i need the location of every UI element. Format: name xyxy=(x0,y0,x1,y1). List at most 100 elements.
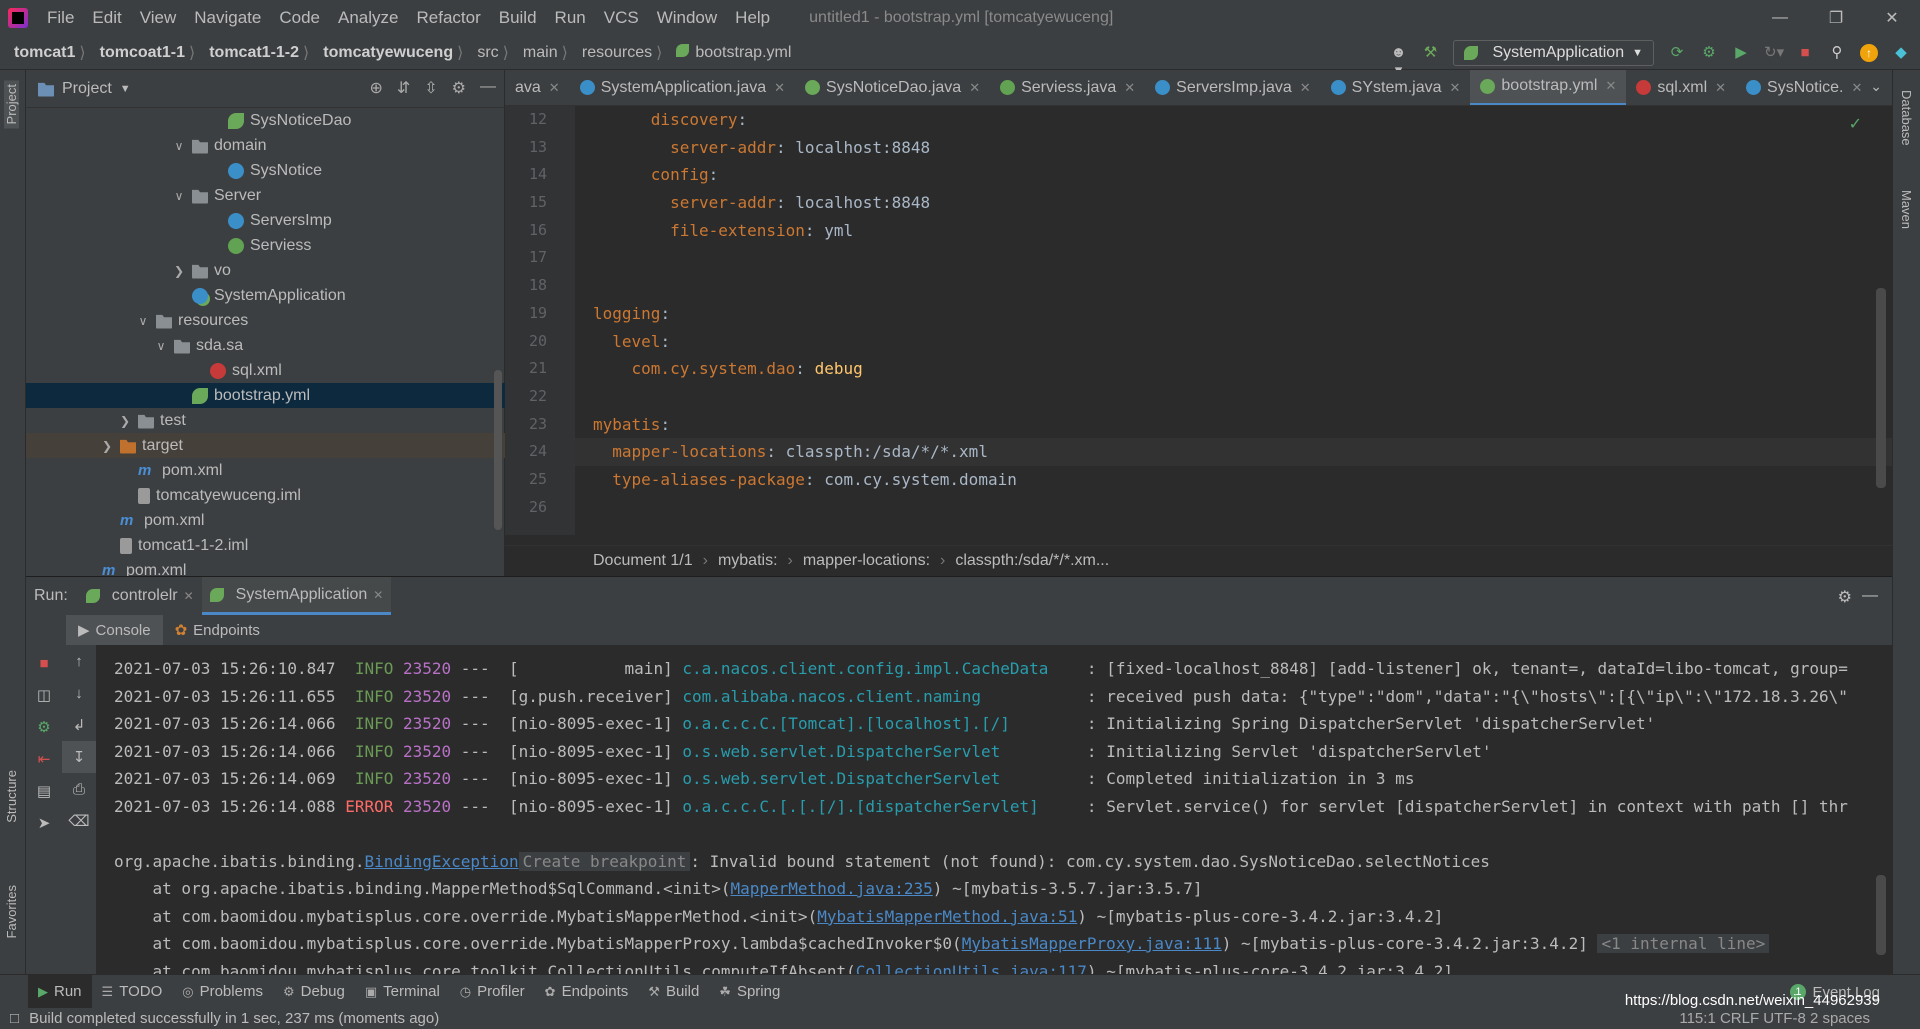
close-icon[interactable]: ✕ xyxy=(549,80,560,96)
chevron-down-icon[interactable]: ∨ xyxy=(172,139,186,153)
collapse-all-icon[interactable]: ⇳ xyxy=(424,78,437,98)
run-configuration-select[interactable]: SystemApplication ▼ xyxy=(1453,40,1654,66)
tree-node[interactable]: tomcatyewuceng.iml xyxy=(26,483,505,508)
print-icon[interactable]: ⎙ xyxy=(62,773,96,805)
breadcrumb-item[interactable]: bootstrap.yml xyxy=(662,43,795,62)
breadcrumb-item[interactable]: tomcoat1-1 xyxy=(86,44,189,62)
menu-item-analyze[interactable]: Analyze xyxy=(329,0,407,36)
tool-tab-todo[interactable]: ☰ TODO xyxy=(92,975,173,1009)
tree-node[interactable]: ∨ domain xyxy=(26,133,505,158)
run-tab[interactable]: SystemApplication ✕ xyxy=(201,577,392,615)
tool-tab-problems[interactable]: ◎ Problems xyxy=(172,975,273,1009)
breadcrumb-item[interactable]: tomcatyewuceng xyxy=(309,44,457,62)
tree-node[interactable]: m pom.xml xyxy=(26,508,505,533)
tree-node[interactable]: SysNoticeDao xyxy=(26,108,505,133)
editor-tab[interactable]: Serviess.java ✕ xyxy=(990,70,1145,105)
hide-icon[interactable]: — xyxy=(480,78,496,98)
editor-tab[interactable]: SYstem.java ✕ xyxy=(1321,70,1471,105)
stack-source-link[interactable]: MapperMethod.java:235 xyxy=(731,879,933,898)
gear-icon[interactable]: ⚙ xyxy=(1838,587,1852,607)
tool-tab-spring[interactable]: ☘ Spring xyxy=(709,975,790,1009)
close-icon[interactable]: ✕ xyxy=(373,588,383,602)
tabs-overflow-chevron-icon[interactable]: ⌄ xyxy=(1870,78,1882,95)
close-icon[interactable]: ✕ xyxy=(969,80,980,96)
build-hammer-icon[interactable]: ⚒ xyxy=(1421,44,1439,62)
menu-item-navigate[interactable]: Navigate xyxy=(185,0,270,36)
locate-icon[interactable]: ⊕ xyxy=(369,78,382,98)
console-scrollbar[interactable] xyxy=(1876,875,1886,955)
menu-item-run[interactable]: Run xyxy=(546,0,595,36)
up-arrow-icon[interactable]: ↑ xyxy=(62,645,96,677)
code-view[interactable]: discovery: server-addr: localhost:8848 c… xyxy=(575,106,1892,535)
breadcrumb-item[interactable]: tomcat1-1-2 xyxy=(195,44,303,62)
debug-icon[interactable]: ⚙ xyxy=(1700,44,1718,62)
profile-icon[interactable]: ↻▾ xyxy=(1764,44,1784,62)
close-icon[interactable]: ✕ xyxy=(1449,80,1460,96)
tree-node[interactable]: ❯ test xyxy=(26,408,505,433)
structure-tool-button[interactable]: Structure xyxy=(4,770,19,823)
stop-icon[interactable]: ■ xyxy=(26,647,62,679)
tree-node[interactable]: m pom.xml xyxy=(26,458,505,483)
console-output[interactable]: 2021-07-03 15:26:10.847 INFO 23520 --- [… xyxy=(96,645,1892,975)
breadcrumb-item[interactable]: src xyxy=(463,44,502,62)
debug-bug-icon[interactable]: ⚙ xyxy=(26,711,62,743)
close-icon[interactable]: ✕ xyxy=(1864,0,1920,36)
update-icon[interactable]: ↑ xyxy=(1860,44,1878,62)
run-tab[interactable]: controlelr ✕ xyxy=(78,577,202,615)
menu-item-help[interactable]: Help xyxy=(726,0,779,36)
exit-icon[interactable]: ⇤ xyxy=(26,743,62,775)
expand-all-icon[interactable]: ⇵ xyxy=(397,78,410,98)
hide-icon[interactable]: — xyxy=(1862,587,1878,605)
menu-item-edit[interactable]: Edit xyxy=(83,0,130,36)
internal-lines-hint[interactable]: <1 internal line> xyxy=(1597,934,1770,953)
soft-wrap-icon[interactable]: ↲ xyxy=(62,709,96,741)
chevron-down-icon[interactable]: ∨ xyxy=(154,339,168,353)
menu-item-vcs[interactable]: VCS xyxy=(595,0,648,36)
menu-item-build[interactable]: Build xyxy=(490,0,546,36)
create-breakpoint-hint[interactable]: Create breakpoint xyxy=(518,851,691,871)
close-icon[interactable]: ✕ xyxy=(184,589,194,603)
status-toggle-icon[interactable]: □ xyxy=(10,1010,19,1027)
rerun-icon[interactable]: ⟳ xyxy=(1668,44,1686,62)
editor-tab[interactable]: ava ✕ xyxy=(505,70,570,105)
restore-icon[interactable]: ❐ xyxy=(1808,0,1864,36)
yaml-path-1[interactable]: mybatis: xyxy=(718,552,778,570)
close-icon[interactable]: ✕ xyxy=(1605,78,1616,94)
chevron-down-icon[interactable]: ∨ xyxy=(172,189,186,203)
tree-node[interactable]: ∨ resources xyxy=(26,308,505,333)
menu-item-code[interactable]: Code xyxy=(270,0,329,36)
tree-node[interactable]: bootstrap.yml xyxy=(26,383,505,408)
chevron-down-icon[interactable]: ∨ xyxy=(136,314,150,328)
project-tool-button[interactable]: Project xyxy=(4,80,19,129)
stack-source-link[interactable]: CollectionUtils.java:117 xyxy=(856,962,1087,976)
status-right-info[interactable]: 115:1 CRLF UTF-8 2 spaces xyxy=(1679,1010,1870,1027)
tool-tab-profiler[interactable]: ◷ Profiler xyxy=(450,975,535,1009)
scroll-to-end-icon[interactable]: ↧ xyxy=(62,741,96,773)
yaml-path-2[interactable]: mapper-locations: xyxy=(803,552,930,570)
minimize-icon[interactable]: — xyxy=(1752,0,1808,36)
gear-icon[interactable]: ⚙ xyxy=(452,78,466,98)
chevron-right-icon[interactable]: ❯ xyxy=(100,439,114,453)
database-tool-button[interactable]: Database xyxy=(1899,90,1914,146)
project-scrollbar[interactable] xyxy=(494,370,502,530)
tree-node[interactable]: sql.xml xyxy=(26,358,505,383)
close-icon[interactable]: ✕ xyxy=(1715,80,1726,96)
tool-tab-endpoints[interactable]: ✿ Endpoints xyxy=(535,975,639,1009)
pin-icon[interactable]: ➤ xyxy=(26,807,62,839)
layout-icon[interactable]: ▤ xyxy=(26,775,62,807)
tree-node[interactable]: ∨ Server xyxy=(26,183,505,208)
exception-link[interactable]: BindingException xyxy=(364,852,518,871)
editor-tab[interactable]: ServersImp.java ✕ xyxy=(1145,70,1321,105)
editor-tab[interactable]: bootstrap.yml ✕ xyxy=(1470,70,1627,105)
tree-node[interactable]: ∨ sda.sa xyxy=(26,333,505,358)
close-icon[interactable]: ✕ xyxy=(1300,80,1311,96)
close-icon[interactable]: ✕ xyxy=(774,80,785,96)
stack-source-link[interactable]: MybatisMapperProxy.java:111 xyxy=(962,934,1222,953)
tool-tab-build[interactable]: ⚒ Build xyxy=(638,975,709,1009)
editor-tab[interactable]: sql.xml ✕ xyxy=(1626,70,1736,105)
menu-item-window[interactable]: Window xyxy=(648,0,726,36)
user-icon[interactable]: ☻▾ xyxy=(1389,44,1407,79)
yaml-path-3[interactable]: classpth:/sda/*/*.xm... xyxy=(955,552,1109,570)
tree-node[interactable]: Serviess xyxy=(26,233,505,258)
maven-tool-button[interactable]: Maven xyxy=(1899,190,1914,229)
